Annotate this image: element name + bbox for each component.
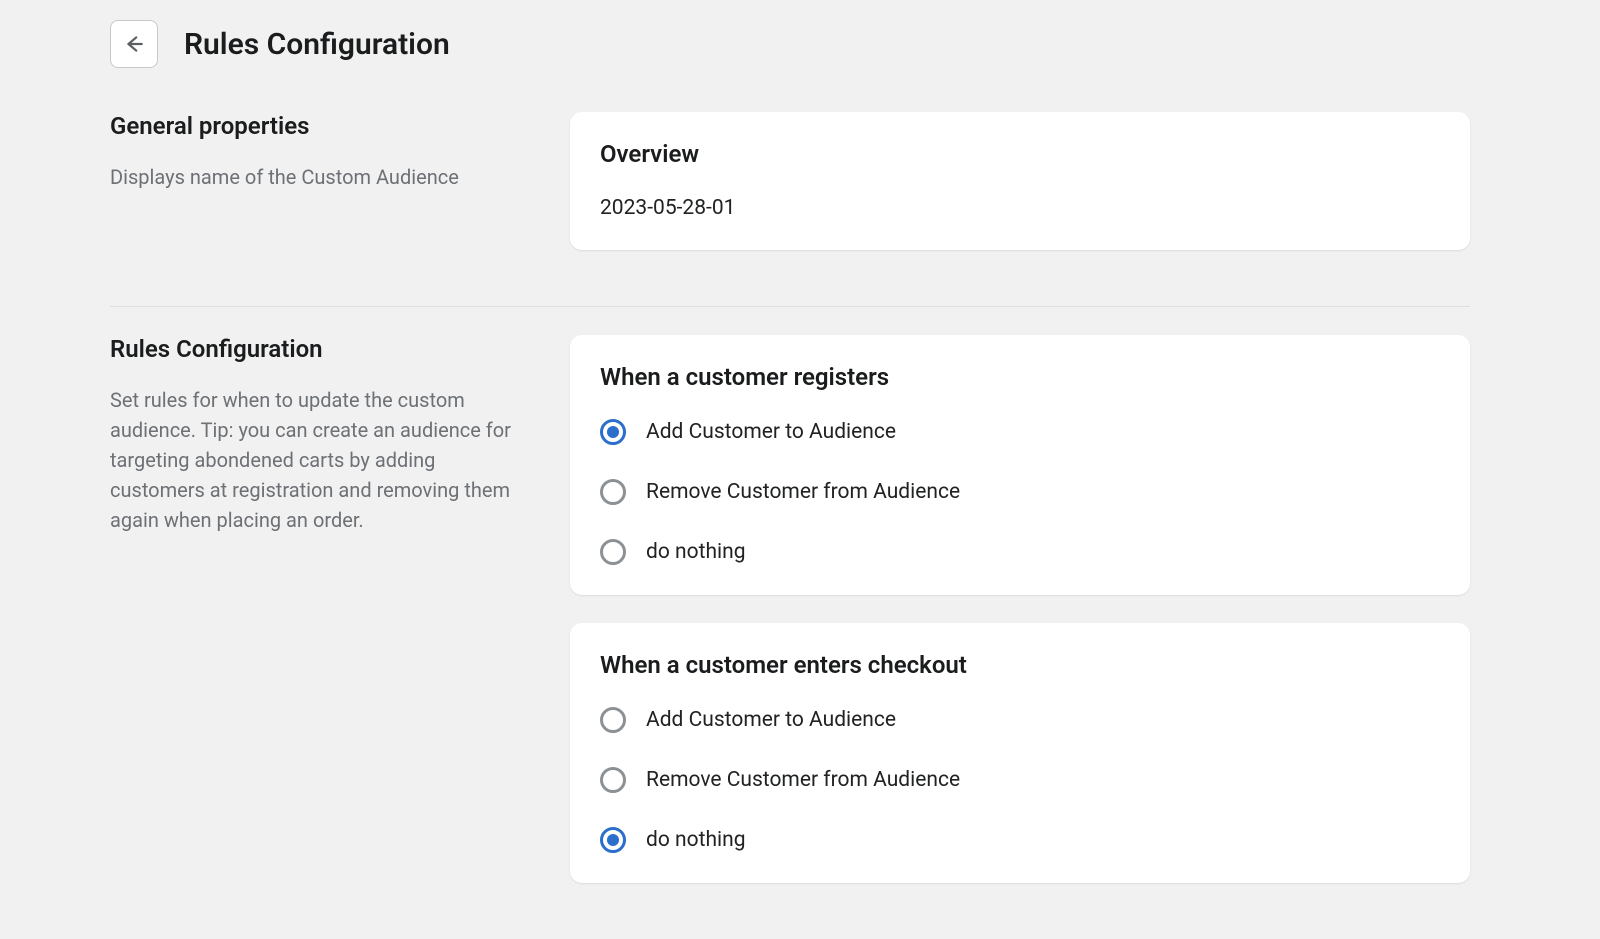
section-general-left: General properties Displays name of the … (110, 112, 530, 278)
arrow-left-icon (123, 33, 145, 55)
page-header: Rules Configuration (110, 20, 1470, 68)
radio-icon (600, 827, 626, 853)
registers-radio-group: Add Customer to Audience Remove Customer… (600, 419, 1440, 565)
checkout-card: When a customer enters checkout Add Cust… (570, 623, 1470, 883)
radio-icon (600, 539, 626, 565)
checkout-option-add[interactable]: Add Customer to Audience (600, 707, 1440, 733)
registers-option-add[interactable]: Add Customer to Audience (600, 419, 1440, 445)
rules-description: Set rules for when to update the custom … (110, 385, 530, 535)
general-heading: General properties (110, 112, 530, 140)
checkout-option-nothing[interactable]: do nothing (600, 827, 1440, 853)
radio-label: do nothing (646, 828, 746, 852)
section-general: General properties Displays name of the … (110, 112, 1470, 306)
registers-option-remove[interactable]: Remove Customer from Audience (600, 479, 1440, 505)
radio-label: Add Customer to Audience (646, 420, 896, 444)
overview-card: Overview 2023-05-28-01 (570, 112, 1470, 250)
section-general-right: Overview 2023-05-28-01 (570, 112, 1470, 278)
page-title: Rules Configuration (184, 27, 450, 62)
radio-label: Add Customer to Audience (646, 708, 896, 732)
page-container: Rules Configuration General properties D… (0, 0, 1600, 939)
section-rules-left: Rules Configuration Set rules for when t… (110, 335, 530, 911)
radio-label: do nothing (646, 540, 746, 564)
registers-option-nothing[interactable]: do nothing (600, 539, 1440, 565)
radio-label: Remove Customer from Audience (646, 480, 960, 504)
radio-icon (600, 419, 626, 445)
checkout-radio-group: Add Customer to Audience Remove Customer… (600, 707, 1440, 853)
radio-icon (600, 707, 626, 733)
checkout-option-remove[interactable]: Remove Customer from Audience (600, 767, 1440, 793)
checkout-card-title: When a customer enters checkout (600, 651, 1440, 679)
rules-heading: Rules Configuration (110, 335, 530, 363)
section-rules: Rules Configuration Set rules for when t… (110, 306, 1470, 939)
general-description: Displays name of the Custom Audience (110, 162, 530, 192)
radio-icon (600, 767, 626, 793)
back-button[interactable] (110, 20, 158, 68)
registers-card: When a customer registers Add Customer t… (570, 335, 1470, 595)
section-rules-right: When a customer registers Add Customer t… (570, 335, 1470, 911)
radio-label: Remove Customer from Audience (646, 768, 960, 792)
registers-card-title: When a customer registers (600, 363, 1440, 391)
overview-card-value: 2023-05-28-01 (600, 196, 1440, 220)
radio-icon (600, 479, 626, 505)
overview-card-title: Overview (600, 140, 1440, 168)
